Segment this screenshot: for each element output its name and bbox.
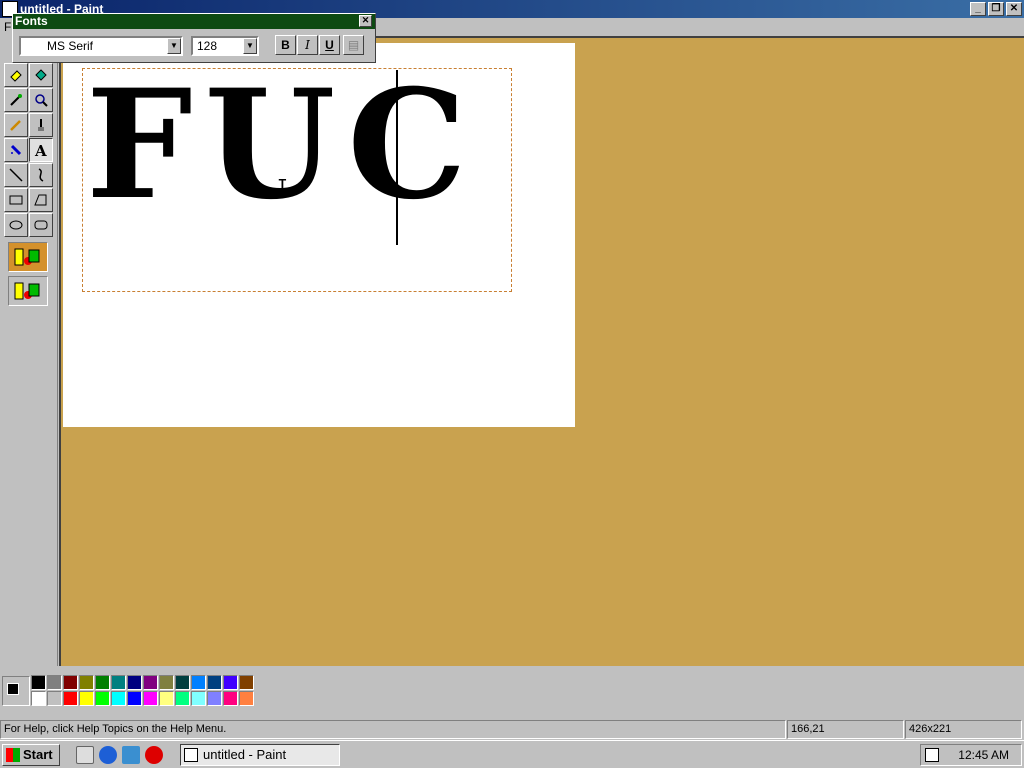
palette-swatch[interactable] — [191, 675, 206, 690]
menu-file[interactable]: F — [4, 20, 11, 34]
polygon-tool-icon[interactable] — [29, 188, 53, 212]
transparent-background-option[interactable] — [8, 276, 48, 306]
tray-scheduler-icon[interactable] — [925, 748, 939, 762]
ellipse-tool-icon[interactable] — [4, 213, 28, 237]
taskbar: Start untitled - Paint 12:45 AM — [0, 740, 1024, 768]
palette-swatch[interactable] — [207, 675, 222, 690]
status-size: 426x221 — [905, 720, 1022, 739]
rectangle-tool-icon[interactable] — [4, 188, 28, 212]
text-tool-icon[interactable]: A — [29, 138, 53, 162]
palette-swatch[interactable] — [239, 691, 254, 706]
palette-swatch[interactable] — [31, 691, 46, 706]
italic-button[interactable]: I — [297, 35, 318, 55]
fonts-title-label: Fonts — [15, 14, 48, 28]
color-palette — [0, 666, 1024, 716]
canvas-typed-text: FUC — [86, 57, 479, 233]
outlook-express-icon[interactable] — [122, 746, 140, 764]
line-tool-icon[interactable] — [4, 163, 28, 187]
palette-swatch[interactable] — [95, 691, 110, 706]
opera-icon[interactable] — [145, 746, 163, 764]
fonts-close-button[interactable]: ✕ — [359, 15, 372, 27]
palette-swatch[interactable] — [223, 691, 238, 706]
eraser-tool-icon[interactable] — [4, 63, 28, 87]
palette-swatch[interactable] — [223, 675, 238, 690]
pencil-tool-icon[interactable] — [4, 113, 28, 137]
chevron-down-icon[interactable]: ▼ — [167, 38, 181, 54]
restore-button[interactable]: ❐ — [988, 2, 1004, 16]
foreground-color[interactable] — [7, 683, 19, 695]
windows-logo-icon — [6, 748, 20, 762]
underline-button[interactable]: U — [319, 35, 340, 55]
vertical-text-button[interactable]: ▤ — [343, 35, 364, 55]
clock[interactable]: 12:45 AM — [958, 748, 1009, 762]
fill-tool-icon[interactable] — [29, 63, 53, 87]
opaque-background-option[interactable] — [8, 242, 48, 272]
color-picker-tool-icon[interactable] — [4, 88, 28, 112]
palette-swatch[interactable] — [175, 691, 190, 706]
bold-button[interactable]: B — [275, 35, 296, 55]
palette-swatch[interactable] — [143, 691, 158, 706]
magnifier-tool-icon[interactable] — [29, 88, 53, 112]
paint-task-icon — [184, 748, 198, 762]
status-bar: For Help, click Help Topics on the Help … — [0, 718, 1024, 740]
task-label: untitled - Paint — [203, 747, 287, 762]
close-button[interactable]: ✕ — [1006, 2, 1022, 16]
show-desktop-icon[interactable] — [76, 746, 94, 764]
airbrush-tool-icon[interactable] — [4, 138, 28, 162]
palette-swatch[interactable] — [63, 675, 78, 690]
font-name-value: MS Serif — [47, 39, 94, 53]
start-label: Start — [23, 747, 53, 762]
palette-swatch[interactable] — [207, 691, 222, 706]
curve-tool-icon[interactable] — [29, 163, 53, 187]
palette-swatch[interactable] — [31, 675, 46, 690]
palette-swatch[interactable] — [159, 691, 174, 706]
internet-explorer-icon[interactable] — [99, 746, 117, 764]
start-button[interactable]: Start — [2, 744, 60, 766]
svg-text:A: A — [34, 142, 47, 158]
status-help-text: For Help, click Help Topics on the Help … — [0, 720, 786, 739]
fonts-toolbar-title[interactable]: Fonts ✕ — [13, 14, 375, 29]
palette-swatch[interactable] — [79, 691, 94, 706]
palette-swatch[interactable] — [79, 675, 94, 690]
rounded-rectangle-tool-icon[interactable] — [29, 213, 53, 237]
palette-swatch[interactable] — [175, 675, 190, 690]
brush-tool-icon[interactable] — [29, 113, 53, 137]
current-colors[interactable] — [2, 676, 30, 706]
font-size-value: 128 — [197, 39, 218, 53]
palette-swatch[interactable] — [111, 691, 126, 706]
status-coords: 166,21 — [787, 720, 904, 739]
chevron-down-icon[interactable]: ▼ — [243, 38, 257, 54]
palette-swatch[interactable] — [127, 691, 142, 706]
palette-swatch[interactable] — [47, 691, 62, 706]
minimize-button[interactable]: _ — [970, 2, 986, 16]
palette-swatch[interactable] — [159, 675, 174, 690]
palette-swatch[interactable] — [239, 675, 254, 690]
system-tray: 12:45 AM — [920, 744, 1022, 766]
palette-swatch[interactable] — [143, 675, 158, 690]
palette-swatch[interactable] — [47, 675, 62, 690]
palette-swatch[interactable] — [111, 675, 126, 690]
font-name-select[interactable]: MS Serif ▼ — [19, 36, 183, 56]
palette-swatch[interactable] — [191, 691, 206, 706]
palette-swatch[interactable] — [95, 675, 110, 690]
toolbox: A — [0, 36, 58, 666]
ibeam-cursor-icon: I — [277, 176, 288, 197]
fonts-toolbar: Fonts ✕ MS Serif ▼ 128 ▼ B I U ▤ — [12, 13, 376, 63]
task-untitled-paint[interactable]: untitled - Paint — [180, 744, 340, 766]
palette-swatch[interactable] — [127, 675, 142, 690]
palette-swatch[interactable] — [63, 691, 78, 706]
font-size-select[interactable]: 128 ▼ — [191, 36, 259, 56]
text-caret — [396, 70, 398, 245]
